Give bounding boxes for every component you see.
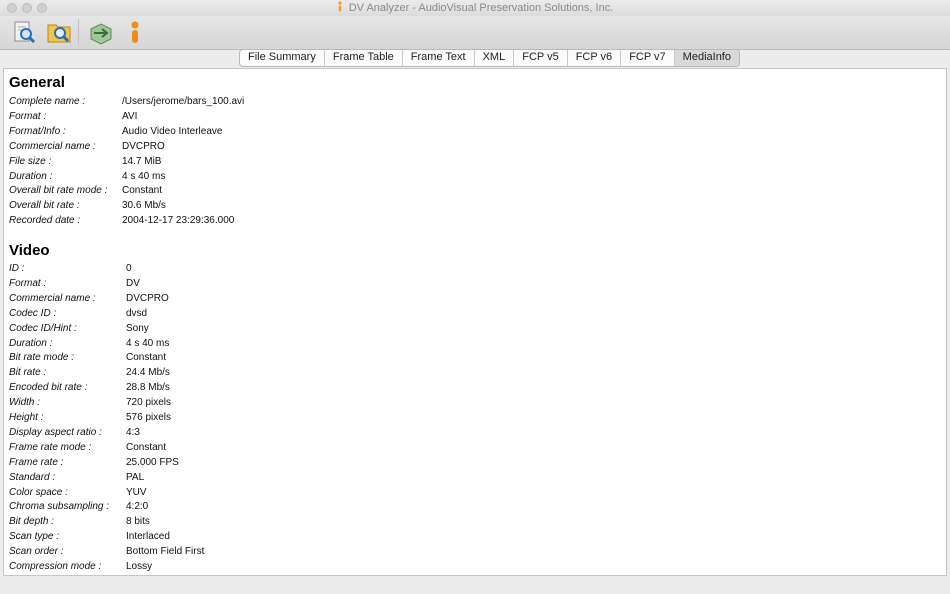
info-value: 24.4 Mb/s bbox=[126, 367, 170, 379]
open-file-icon[interactable] bbox=[11, 19, 37, 45]
section-title-general: General bbox=[9, 74, 65, 91]
info-key: Standard : bbox=[9, 471, 56, 483]
export-icon[interactable] bbox=[88, 19, 114, 45]
info-value: 4 s 40 ms bbox=[122, 170, 166, 182]
info-key: Chroma subsampling : bbox=[9, 501, 110, 513]
info-value: 8 bits bbox=[126, 516, 150, 528]
info-key: Commercial name : bbox=[9, 292, 96, 304]
info-key: Display aspect ratio : bbox=[9, 426, 102, 438]
info-key: Format : bbox=[9, 110, 47, 122]
info-key: ID : bbox=[9, 263, 25, 274]
info-key: Codec ID : bbox=[9, 307, 57, 319]
info-value: 4 s 40 ms bbox=[126, 337, 170, 349]
info-key: Bit depth : bbox=[9, 516, 55, 528]
tab-fcp-v7[interactable]: FCP v7 bbox=[621, 50, 675, 66]
info-key: Overall bit rate mode : bbox=[9, 185, 108, 197]
info-value: YUV bbox=[126, 486, 147, 498]
info-key: Complete name : bbox=[9, 96, 86, 107]
info-value: 2004-12-17 23:29:36.000 bbox=[122, 215, 235, 227]
info-value: 576 pixels bbox=[126, 412, 172, 423]
tab-mediainfo[interactable]: MediaInfo bbox=[674, 50, 739, 66]
info-value: 30.6 Mb/s bbox=[122, 200, 166, 212]
info-value: DVCPRO bbox=[126, 292, 169, 304]
info-key: Commercial name : bbox=[9, 140, 96, 152]
section-title-video: Video bbox=[9, 242, 50, 259]
tab-xml[interactable]: XML bbox=[475, 50, 515, 66]
info-key: Bit rate : bbox=[9, 367, 47, 379]
avpreserve-logo-icon[interactable] bbox=[122, 19, 148, 45]
info-key: Bit rate mode : bbox=[9, 352, 75, 364]
tab-file-summary[interactable]: File Summary bbox=[240, 50, 325, 66]
title-bar: DV Analyzer - AudioVisual Preservation S… bbox=[0, 0, 950, 16]
tab-fcp-v5[interactable]: FCP v5 bbox=[514, 50, 568, 66]
info-value: 14.7 MiB bbox=[122, 155, 162, 167]
info-value: DV bbox=[126, 277, 140, 289]
window-title-text: DV Analyzer - AudioVisual Preservation S… bbox=[348, 2, 614, 14]
info-value: Interlaced bbox=[126, 531, 170, 543]
info-value: 0 bbox=[126, 263, 132, 274]
info-key: Scan type : bbox=[9, 531, 60, 543]
info-key: Scan order : bbox=[9, 546, 64, 558]
tab-frame-table[interactable]: Frame Table bbox=[325, 50, 403, 66]
tab-fcp-v6[interactable]: FCP v6 bbox=[568, 50, 622, 66]
info-value: Bottom Field First bbox=[126, 546, 205, 558]
info-value: PAL bbox=[126, 471, 145, 483]
info-value: Constant bbox=[122, 185, 163, 197]
mediainfo-report[interactable]: General Complete name : /Users/jerome/bar… bbox=[3, 68, 947, 576]
info-value: 28.8 Mb/s bbox=[126, 382, 170, 394]
info-value: 4:2:0 bbox=[126, 501, 149, 513]
info-key: Codec ID/Hint : bbox=[9, 322, 77, 334]
info-key: Frame rate mode : bbox=[9, 441, 92, 453]
info-key: Format/Info : bbox=[9, 125, 66, 137]
info-key: Encoded bit rate : bbox=[9, 382, 88, 394]
info-key: Recorded date : bbox=[9, 215, 81, 227]
toolbar-separator bbox=[78, 19, 79, 45]
info-key: Frame rate : bbox=[9, 456, 64, 468]
info-key: Duration : bbox=[9, 337, 53, 349]
info-key: Height : bbox=[9, 412, 44, 423]
toolbar bbox=[0, 16, 950, 50]
info-value: Constant bbox=[126, 352, 167, 364]
open-folder-icon[interactable] bbox=[46, 19, 72, 45]
info-value: DVCPRO bbox=[122, 140, 165, 152]
info-key: Format : bbox=[9, 277, 47, 289]
info-value: dvsd bbox=[126, 307, 148, 319]
info-value: Sony bbox=[126, 322, 149, 334]
status-bar bbox=[0, 577, 950, 594]
info-value: Audio Video Interleave bbox=[122, 125, 223, 137]
info-key: Width : bbox=[9, 397, 41, 409]
tab-frame-text[interactable]: Frame Text bbox=[403, 50, 475, 66]
info-value: 25.000 FPS bbox=[126, 456, 179, 468]
info-value: 4:3 bbox=[126, 426, 140, 438]
info-value: /Users/jerome/bars_100.avi bbox=[122, 96, 245, 107]
info-key: Color space : bbox=[9, 486, 68, 498]
info-key: Overall bit rate : bbox=[9, 200, 80, 212]
info-key: Duration : bbox=[9, 170, 53, 182]
app-logo-icon bbox=[338, 1, 342, 12]
info-key: File size : bbox=[9, 155, 52, 167]
window-title: DV Analyzer - AudioVisual Preservation S… bbox=[0, 1, 950, 14]
info-value: 720 pixels bbox=[126, 397, 172, 409]
info-key: Compression mode : bbox=[9, 561, 102, 572]
info-value: Lossy bbox=[126, 561, 153, 572]
view-tabs: File Summary Frame Table Frame Text XML … bbox=[239, 49, 740, 67]
info-value: Constant bbox=[126, 441, 167, 453]
info-value: AVI bbox=[122, 110, 138, 122]
